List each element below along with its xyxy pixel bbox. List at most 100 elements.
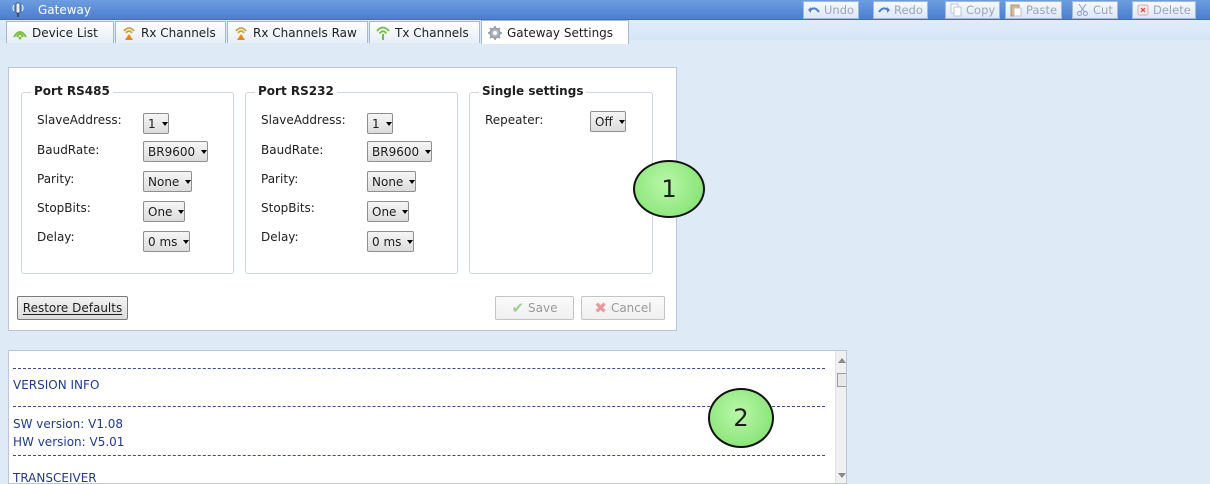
scroll-thumb[interactable] xyxy=(837,373,846,387)
tab-rx-channels[interactable]: Rx Channels xyxy=(115,21,226,43)
select-value: 1 xyxy=(372,116,380,131)
baud-rate-label: BaudRate: xyxy=(261,143,324,157)
select-value: BR9600 xyxy=(148,144,196,159)
cut-icon xyxy=(1077,3,1088,16)
redo-button[interactable]: Redo xyxy=(873,1,928,19)
rs485-stop-bits-select[interactable]: One xyxy=(143,201,186,222)
separator xyxy=(13,455,825,456)
parity-label: Parity: xyxy=(37,172,75,186)
dropdown-arrow-icon xyxy=(178,209,185,214)
select-value: One xyxy=(148,204,173,219)
copy-label: Copy xyxy=(966,3,996,17)
save-button[interactable]: ✔ Save xyxy=(495,296,574,320)
delete-icon xyxy=(1137,4,1149,16)
redo-label: Redo xyxy=(894,3,923,17)
callout-number: 2 xyxy=(733,404,749,432)
delete-label: Delete xyxy=(1153,3,1191,17)
delay-label: Delay: xyxy=(261,230,299,244)
undo-icon xyxy=(808,7,820,13)
restore-defaults-label: Restore Defaults xyxy=(22,301,123,315)
select-value: Off xyxy=(595,114,613,129)
undo-label: Undo xyxy=(824,3,855,17)
rs232-parity-select[interactable]: None xyxy=(367,171,417,192)
rs232-delay-select[interactable]: 0 ms xyxy=(367,231,415,252)
delay-label: Delay: xyxy=(37,230,75,244)
select-value: 0 ms xyxy=(372,234,402,249)
scroll-up-icon[interactable] xyxy=(838,357,846,363)
tab-device-list[interactable]: Device List xyxy=(6,21,114,43)
gateway-app-icon xyxy=(12,2,24,17)
gear-icon xyxy=(488,25,502,40)
cut-button[interactable]: Cut xyxy=(1072,1,1118,19)
select-value: None xyxy=(148,174,180,189)
check-icon: ✔ xyxy=(511,299,525,317)
paste-button[interactable]: Paste xyxy=(1005,1,1063,19)
port-rs232-group: Port RS232 SlaveAddress: 1 BaudRate: BR9… xyxy=(245,84,458,274)
restore-defaults-button[interactable]: Restore Defaults xyxy=(17,296,128,320)
wireless-icon xyxy=(13,30,27,39)
repeater-label: Repeater: xyxy=(485,113,544,127)
rx-antenna-icon xyxy=(123,26,135,40)
separator xyxy=(13,406,825,407)
slave-address-label: SlaveAddress: xyxy=(37,113,122,127)
baud-rate-label: BaudRate: xyxy=(37,143,100,157)
paste-label: Paste xyxy=(1026,3,1058,17)
select-value: 1 xyxy=(148,116,156,131)
dropdown-arrow-icon xyxy=(409,179,416,184)
callout-number: 1 xyxy=(661,175,677,203)
gateway-settings-panel: Port RS485 SlaveAddress: 1 BaudRate: BR9… xyxy=(8,67,677,331)
copy-button[interactable]: Copy xyxy=(945,1,1001,19)
group-title: Port RS485 xyxy=(31,84,113,98)
undo-button[interactable]: Undo xyxy=(803,1,860,19)
dropdown-arrow-icon xyxy=(425,149,432,154)
sw-version-text: SW version: V1.08 xyxy=(13,417,124,431)
rs232-baud-rate-select[interactable]: BR9600 xyxy=(367,141,433,162)
callout-1-badge: 1 xyxy=(633,160,705,218)
save-label: Save xyxy=(528,301,558,315)
tab-gateway-settings[interactable]: Gateway Settings xyxy=(481,20,629,44)
group-title: Port RS232 xyxy=(255,84,337,98)
tab-rx-channels-raw[interactable]: Rx Channels Raw xyxy=(227,21,368,43)
select-value: BR9600 xyxy=(372,144,420,159)
dropdown-arrow-icon xyxy=(201,149,208,154)
redo-icon xyxy=(878,7,890,13)
tab-tx-channels[interactable]: Tx Channels xyxy=(369,21,480,43)
stop-bits-label: StopBits: xyxy=(37,201,91,215)
tab-label: Rx Channels Raw xyxy=(253,25,357,40)
rs232-slave-address-select[interactable]: 1 xyxy=(367,113,393,134)
version-info-heading: VERSION INFO xyxy=(13,378,100,392)
rx-antenna-icon xyxy=(235,26,247,40)
cancel-button[interactable]: ✖ Cancel xyxy=(581,296,665,320)
dropdown-arrow-icon xyxy=(385,121,392,126)
single-settings-group: Single settings Repeater: Off xyxy=(469,84,653,274)
parity-label: Parity: xyxy=(261,172,299,186)
separator xyxy=(13,368,825,369)
slave-address-label: SlaveAddress: xyxy=(261,113,346,127)
scroll-down-icon[interactable] xyxy=(838,473,846,479)
port-rs485-group: Port RS485 SlaveAddress: 1 BaudRate: BR9… xyxy=(21,84,234,274)
select-value: None xyxy=(372,174,404,189)
tab-label: Rx Channels xyxy=(141,25,216,40)
copy-icon xyxy=(950,3,962,17)
log-scrollbar[interactable] xyxy=(835,351,846,483)
tab-label: Device List xyxy=(32,25,98,40)
dropdown-arrow-icon xyxy=(183,239,190,244)
callout-2-badge: 2 xyxy=(708,388,774,448)
repeater-select[interactable]: Off xyxy=(590,111,626,132)
rs485-slave-address-select[interactable]: 1 xyxy=(143,113,169,134)
dropdown-arrow-icon xyxy=(618,119,625,124)
dropdown-arrow-icon xyxy=(402,209,409,214)
rs232-stop-bits-select[interactable]: One xyxy=(367,201,410,222)
rs485-parity-select[interactable]: None xyxy=(143,171,193,192)
hw-version-text: HW version: V5.01 xyxy=(13,435,125,449)
tab-label: Gateway Settings xyxy=(507,25,614,40)
window-title: Gateway xyxy=(38,3,92,17)
rs485-baud-rate-select[interactable]: BR9600 xyxy=(143,141,209,162)
rs485-delay-select[interactable]: 0 ms xyxy=(143,231,191,252)
tab-label: Tx Channels xyxy=(395,25,469,40)
cut-label: Cut xyxy=(1093,3,1113,17)
delete-button[interactable]: Delete xyxy=(1132,1,1196,19)
dropdown-arrow-icon xyxy=(185,179,192,184)
cancel-label: Cancel xyxy=(610,301,652,315)
transceiver-heading: TRANSCEIVER xyxy=(13,471,97,484)
